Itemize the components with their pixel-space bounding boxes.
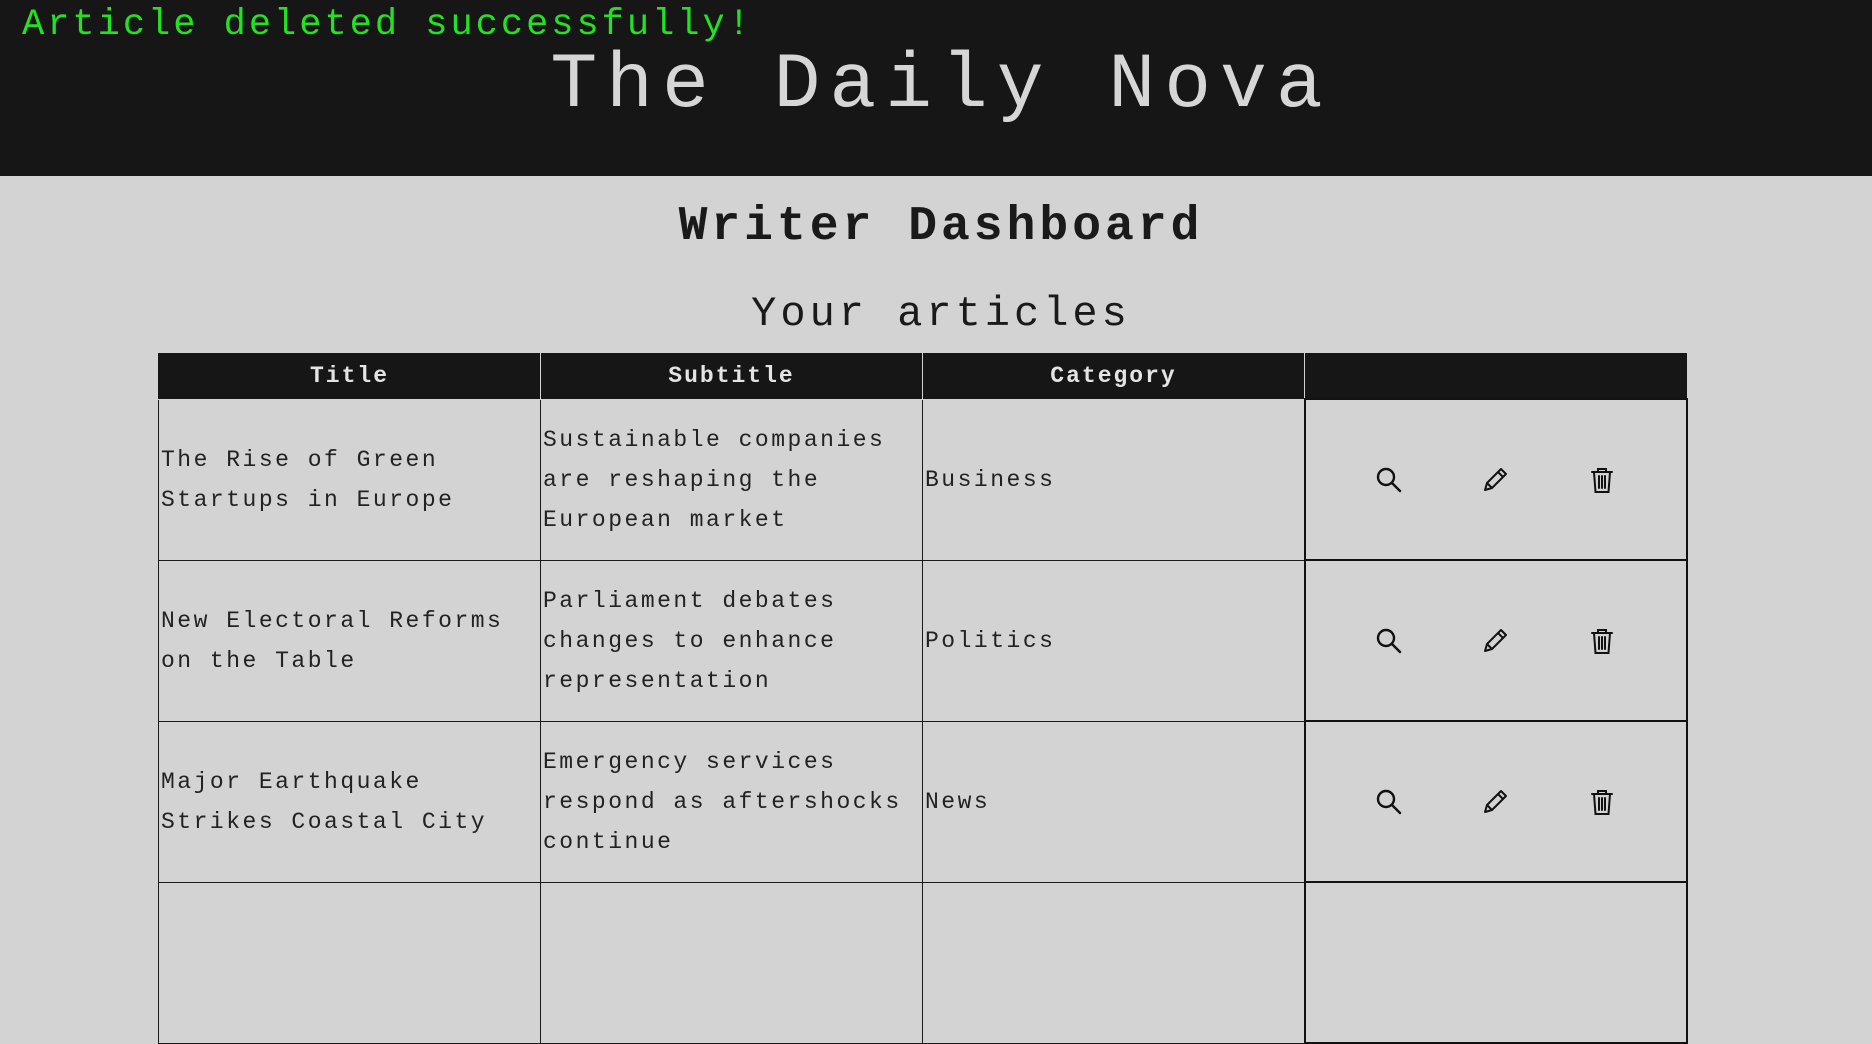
article-title bbox=[158, 881, 541, 1044]
table-row: Major Earthquake Strikes Coastal City Em… bbox=[158, 720, 1688, 883]
pencil-icon[interactable] bbox=[1477, 623, 1513, 659]
article-category bbox=[922, 881, 1305, 1044]
section-title: Your articles bbox=[751, 290, 1131, 338]
flash-message: Article deleted successfully! bbox=[22, 4, 753, 46]
page-title: Writer Dashboard bbox=[678, 200, 1204, 254]
trash-icon[interactable] bbox=[1584, 784, 1620, 820]
article-subtitle: Parliament debates changes to enhance re… bbox=[540, 559, 923, 722]
row-actions bbox=[1303, 398, 1688, 561]
article-title: The Rise of Green Startups in Europe bbox=[158, 398, 541, 561]
trash-icon[interactable] bbox=[1584, 462, 1620, 498]
article-title: New Electoral Reforms on the Table bbox=[158, 559, 541, 722]
article-subtitle: Emergency services respond as aftershock… bbox=[540, 720, 923, 883]
column-header-actions bbox=[1304, 353, 1687, 400]
articles-table: Title Subtitle Category The Rise of Gree… bbox=[158, 353, 1688, 1044]
article-category: Business bbox=[922, 398, 1305, 561]
site-header: Article deleted successfully! The Daily … bbox=[0, 0, 1872, 176]
article-category: Politics bbox=[922, 559, 1305, 722]
search-icon[interactable] bbox=[1371, 462, 1407, 498]
pencil-icon[interactable] bbox=[1477, 462, 1513, 498]
article-subtitle: Sustainable companies are reshaping the … bbox=[540, 398, 923, 561]
table-row: New Electoral Reforms on the Table Parli… bbox=[158, 559, 1688, 722]
search-icon[interactable] bbox=[1371, 784, 1407, 820]
pencil-icon[interactable] bbox=[1477, 784, 1513, 820]
row-actions bbox=[1303, 720, 1688, 883]
column-header-subtitle: Subtitle bbox=[540, 353, 923, 400]
row-actions bbox=[1303, 559, 1688, 722]
article-category: News bbox=[922, 720, 1305, 883]
site-title[interactable]: The Daily Nova bbox=[0, 42, 1872, 130]
column-header-title: Title bbox=[158, 353, 541, 400]
column-header-category: Category bbox=[922, 353, 1305, 400]
table-header-row: Title Subtitle Category bbox=[158, 353, 1687, 400]
trash-icon[interactable] bbox=[1584, 623, 1620, 659]
article-title: Major Earthquake Strikes Coastal City bbox=[158, 720, 541, 883]
table-row bbox=[158, 881, 1688, 1044]
row-actions bbox=[1303, 881, 1688, 1044]
table-row: The Rise of Green Startups in Europe Sus… bbox=[158, 398, 1688, 561]
search-icon[interactable] bbox=[1371, 623, 1407, 659]
article-subtitle bbox=[540, 881, 923, 1044]
